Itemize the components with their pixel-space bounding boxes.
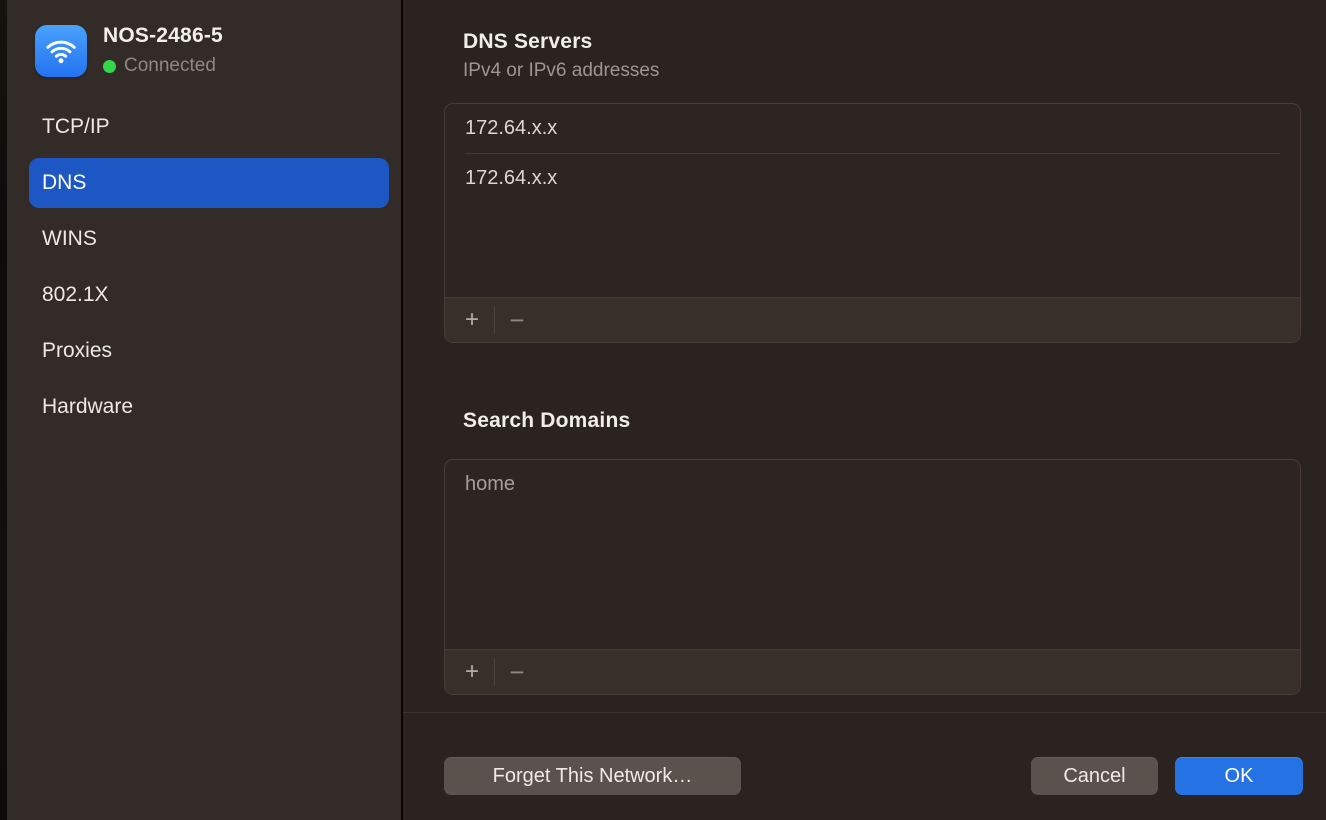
- sidebar-item-tcpip[interactable]: TCP/IP: [29, 102, 389, 152]
- dns-servers-listbox: 172.64.x.x 172.64.x.x + −: [444, 103, 1301, 343]
- footer-divider: [403, 712, 1326, 713]
- network-header: NOS-2486-5 Connected: [35, 24, 223, 77]
- dns-server-row[interactable]: 172.64.x.x: [445, 154, 1300, 203]
- connected-status-label: Connected: [124, 55, 216, 77]
- add-search-domain-button[interactable]: +: [454, 657, 490, 687]
- search-domains-title: Search Domains: [463, 409, 630, 433]
- sidebar: NOS-2486-5 Connected TCP/IP DNS WINS 802…: [7, 0, 401, 820]
- network-name: NOS-2486-5: [103, 24, 223, 48]
- search-domains-rows: home: [445, 460, 1300, 649]
- network-status: Connected: [103, 55, 223, 77]
- sidebar-item-dns[interactable]: DNS: [29, 158, 389, 208]
- sidebar-nav: TCP/IP DNS WINS 802.1X Proxies Hardware: [29, 102, 389, 438]
- search-domains-footer: + −: [445, 649, 1300, 694]
- ok-button[interactable]: OK: [1175, 757, 1303, 795]
- network-meta: NOS-2486-5 Connected: [103, 24, 223, 77]
- wifi-icon: [35, 25, 87, 77]
- remove-dns-server-button[interactable]: −: [499, 305, 535, 335]
- window-edge: [0, 0, 7, 820]
- connected-status-dot-icon: [103, 60, 116, 73]
- sidebar-item-8021x[interactable]: 802.1X: [29, 270, 389, 320]
- dns-servers-subtitle: IPv4 or IPv6 addresses: [463, 60, 659, 82]
- wifi-details-window: NOS-2486-5 Connected TCP/IP DNS WINS 802…: [0, 0, 1326, 820]
- search-domain-row[interactable]: home: [445, 460, 1300, 509]
- dns-server-row[interactable]: 172.64.x.x: [445, 104, 1300, 153]
- sidebar-item-hardware[interactable]: Hardware: [29, 382, 389, 432]
- add-dns-server-button[interactable]: +: [454, 305, 490, 335]
- sidebar-item-proxies[interactable]: Proxies: [29, 326, 389, 376]
- dns-servers-footer: + −: [445, 297, 1300, 342]
- forget-network-button[interactable]: Forget This Network…: [444, 757, 741, 795]
- footer-separator: [494, 658, 495, 686]
- sidebar-item-wins[interactable]: WINS: [29, 214, 389, 264]
- footer-separator: [494, 306, 495, 334]
- dns-servers-title: DNS Servers: [463, 30, 592, 54]
- main-panel: DNS Servers IPv4 or IPv6 addresses 172.6…: [403, 0, 1326, 820]
- remove-search-domain-button[interactable]: −: [499, 657, 535, 687]
- search-domains-listbox: home + −: [444, 459, 1301, 695]
- cancel-button[interactable]: Cancel: [1031, 757, 1158, 795]
- dns-servers-rows: 172.64.x.x 172.64.x.x: [445, 104, 1300, 297]
